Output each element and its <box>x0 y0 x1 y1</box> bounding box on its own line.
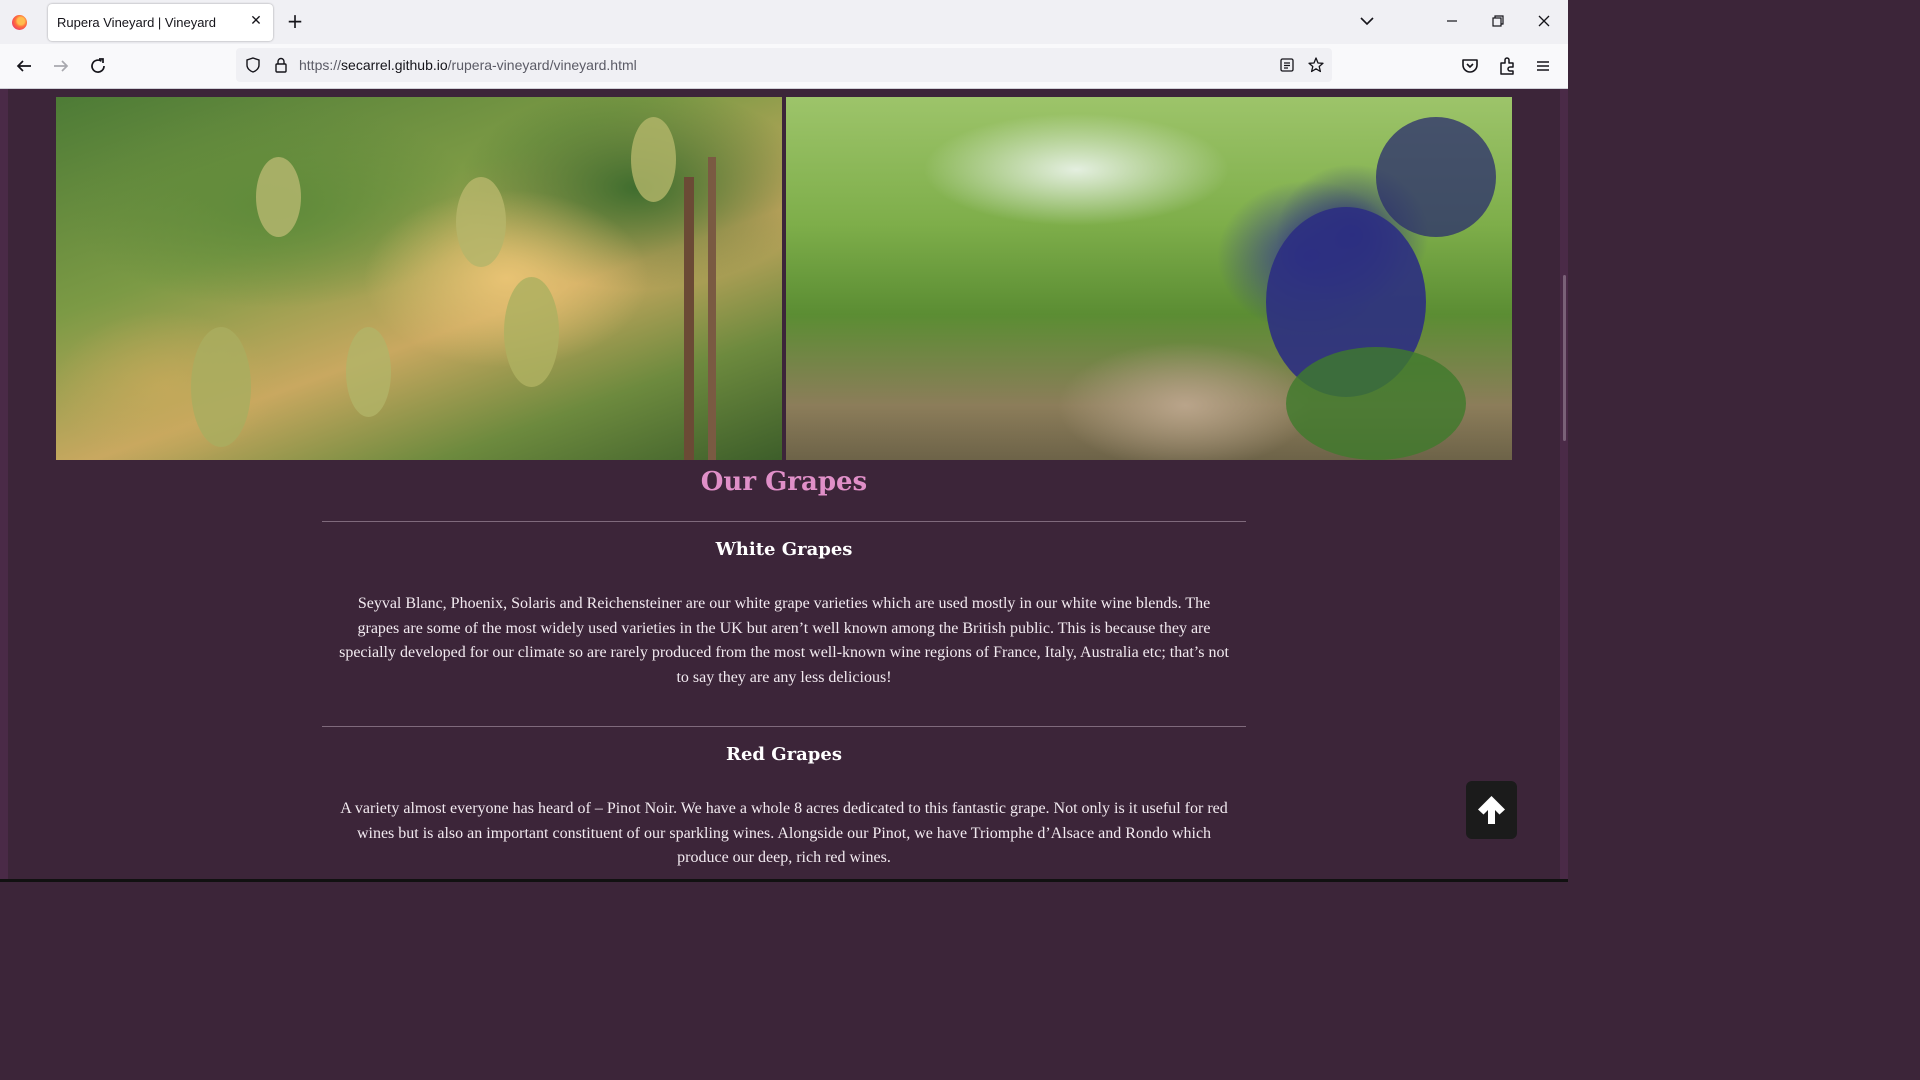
reader-view-icon[interactable] <box>1278 56 1296 74</box>
vine-stake <box>708 157 716 460</box>
address-bar[interactable]: https://secarrel.github.io/rupera-vineya… <box>236 48 1332 82</box>
white-grapes-heading: White Grapes <box>715 539 853 560</box>
hamburger-menu-icon[interactable] <box>1531 54 1555 78</box>
shield-icon[interactable] <box>244 56 262 74</box>
url-path: /rupera-vineyard/vineyard.html <box>447 57 637 73</box>
white-grapes-photo <box>56 97 782 460</box>
divider <box>322 726 1246 727</box>
back-arrow-icon[interactable] <box>12 54 36 78</box>
grape-cluster <box>1376 117 1496 237</box>
pocket-icon[interactable] <box>1458 54 1482 78</box>
divider <box>322 521 1246 522</box>
close-window-icon[interactable] <box>1533 10 1555 32</box>
tab-title: Rupera Vineyard | Vineyard <box>57 15 216 30</box>
new-tab-icon[interactable]: + <box>284 10 306 32</box>
grape-cluster <box>456 177 506 267</box>
grape-cluster <box>346 327 391 417</box>
grape-cluster <box>631 117 676 202</box>
arrow-up-icon <box>1478 796 1505 824</box>
chevron-down-icon[interactable] <box>1356 10 1378 32</box>
extensions-icon[interactable] <box>1495 54 1519 78</box>
browser-tab-bar: Rupera Vineyard | Vineyard ✕ + <box>0 0 1568 44</box>
firefox-logo-icon <box>12 15 27 30</box>
grape-cluster <box>504 277 559 387</box>
minimize-icon[interactable] <box>1441 10 1463 32</box>
browser-nav-bar: https://secarrel.github.io/rupera-vineya… <box>0 44 1568 89</box>
vine-leaves <box>1286 347 1466 460</box>
url-scheme: https:// <box>299 57 342 73</box>
page-content: Our Grapes White Grapes Seyval Blanc, Ph… <box>0 89 1568 879</box>
forward-arrow-icon[interactable] <box>49 54 73 78</box>
grape-cluster <box>256 157 301 237</box>
scrollbar-thumb[interactable] <box>1563 275 1566 441</box>
url-text[interactable]: https://secarrel.github.io/rupera-vineya… <box>299 57 637 73</box>
reload-icon[interactable] <box>86 54 110 78</box>
section-title: Our Grapes <box>700 467 868 497</box>
browser-tab[interactable]: Rupera Vineyard | Vineyard ✕ <box>48 4 273 41</box>
red-grapes-heading: Red Grapes <box>726 744 842 765</box>
red-grapes-photo <box>786 97 1512 460</box>
red-grapes-text: A variety almost everyone has heard of –… <box>340 800 1228 866</box>
restore-icon[interactable] <box>1487 10 1509 32</box>
url-host: secarrel.github.io <box>341 57 448 73</box>
white-grapes-text: Seyval Blanc, Phoenix, Solaris and Reich… <box>339 595 1229 686</box>
back-to-top-button[interactable] <box>1466 781 1517 839</box>
lock-icon[interactable] <box>272 56 290 74</box>
grape-cluster <box>191 327 251 447</box>
bookmark-star-icon[interactable] <box>1307 56 1325 74</box>
vine-stake <box>684 177 694 460</box>
close-tab-icon[interactable]: ✕ <box>247 12 265 30</box>
window-bottom-edge <box>0 879 1568 882</box>
